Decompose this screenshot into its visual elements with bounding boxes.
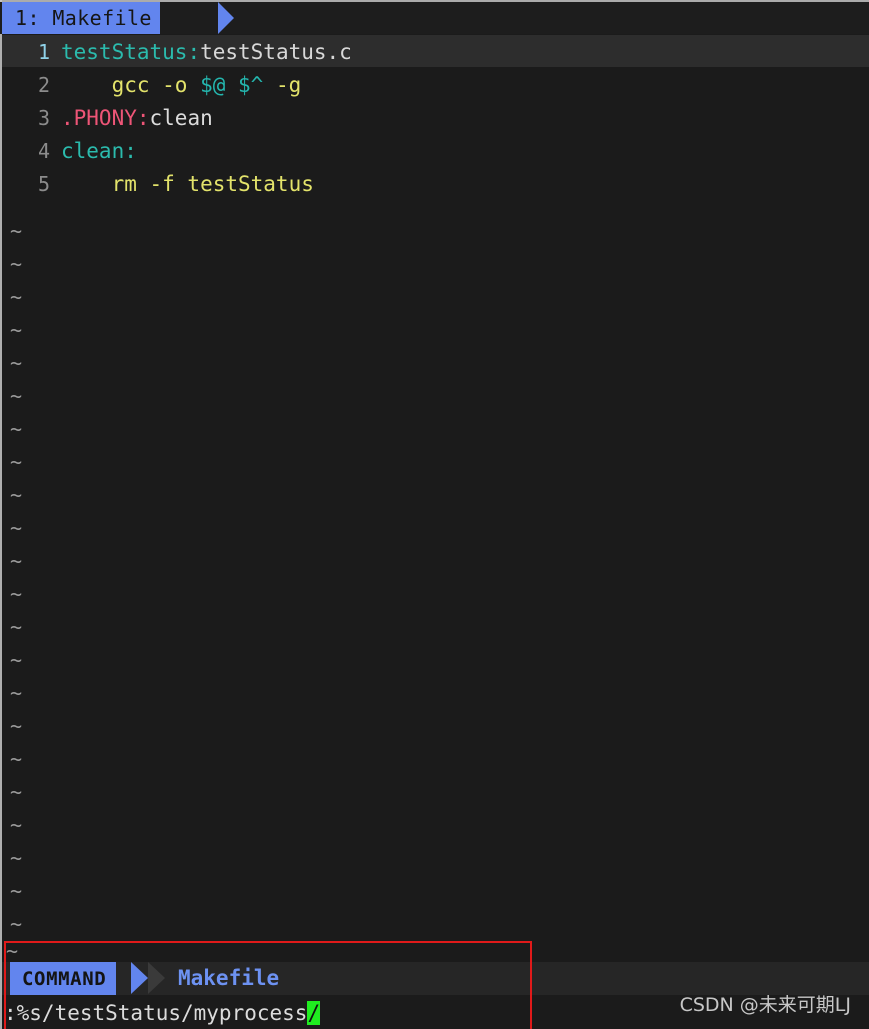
mode-powerline-arrow-icon — [131, 962, 148, 994]
code-line[interactable]: 4 clean: — [2, 134, 869, 167]
filler-tilde: ~ — [10, 813, 23, 837]
code-token: gcc -o — [61, 72, 201, 97]
filler-tilde: ~ — [10, 879, 23, 903]
filler-tilde: ~ — [10, 318, 23, 342]
code-token: clean — [149, 105, 213, 130]
code-line[interactable]: 2 gcc -o $@ $^ -g — [2, 68, 869, 101]
filler-tilde: ~ — [10, 846, 23, 870]
code-line[interactable]: 5 rm -f testStatus — [2, 167, 869, 200]
filler-tilde: ~ — [10, 780, 23, 804]
line-number: 5 — [37, 171, 50, 196]
line-content: rm -f testStatus — [50, 172, 314, 196]
filler-tilde: ~ — [10, 582, 23, 606]
tab-makefile[interactable]: 1: Makefile — [2, 2, 160, 34]
command-line-cursor: / — [307, 1000, 321, 1025]
filler-tilde: ~ — [10, 516, 23, 540]
filler-tilde: ~ — [10, 417, 23, 441]
mode-indicator: COMMAND — [10, 962, 117, 995]
filler-tilde: ~ — [10, 483, 23, 507]
filler-tilde: ~ — [10, 384, 23, 408]
code-line[interactable]: 1 testStatus:testStatus.c — [2, 35, 869, 68]
tab-powerline-arrow-icon — [218, 2, 234, 34]
code-token: clean — [61, 138, 125, 163]
code-token: testStatus — [61, 39, 188, 64]
mode-powerline-arrow-secondary-icon — [148, 962, 165, 994]
filler-tilde: ~ — [10, 285, 23, 309]
tabline: 1: Makefile — [0, 2, 869, 34]
filler-tilde: ~ — [10, 615, 23, 639]
mode-label: COMMAND — [22, 967, 107, 990]
line-number: 1 — [37, 39, 50, 64]
filler-tilde: ~ — [10, 912, 23, 936]
line-content: .PHONY:clean — [50, 106, 213, 130]
code-line[interactable]: 3 .PHONY:clean — [2, 101, 869, 134]
filler-tilde: ~ — [10, 549, 23, 573]
editor-buffer[interactable]: 1 testStatus:testStatus.c 2 gcc -o $@ $^ -… — [2, 34, 869, 940]
line-number: 4 — [37, 138, 50, 163]
filler-tilde: ~ — [10, 450, 23, 474]
line-content: testStatus:testStatus.c — [50, 40, 352, 64]
filler-tilde: ~ — [10, 747, 23, 771]
command-line-text: :%s/testStatus/myprocess — [4, 1000, 308, 1025]
filler-tilde: ~ — [10, 681, 23, 705]
filler-tilde: ~ — [10, 351, 23, 375]
code-token: $@ — [200, 72, 226, 97]
tab-label: 1: Makefile — [15, 6, 152, 30]
code-token: : — [136, 105, 150, 130]
code-token: -g — [263, 72, 302, 97]
vim-window: 1: Makefile 1 testStatus:testStatus.c 2 gc… — [0, 0, 869, 1029]
line-number: 3 — [37, 105, 50, 130]
code-token: testStatus.c — [200, 39, 352, 64]
line-content: clean: — [50, 139, 137, 163]
code-token: rm -f testStatus — [61, 171, 314, 196]
code-token: : — [124, 138, 137, 163]
filler-tilde: ~ — [10, 714, 23, 738]
filler-tilde: ~ — [10, 648, 23, 672]
line-number: 2 — [37, 72, 50, 97]
watermark: CSDN @未来可期LJ — [679, 994, 851, 1016]
filler-tilde: ~ — [10, 219, 23, 243]
filler-tilde: ~ — [10, 252, 23, 276]
status-filler-tilde: ~ — [6, 939, 19, 963]
code-token: .PHONY — [61, 105, 137, 130]
code-token: : — [187, 39, 201, 64]
code-token: $^ — [238, 72, 264, 97]
line-content: gcc -o $@ $^ -g — [50, 72, 302, 97]
statusline-filename: Makefile — [178, 966, 280, 990]
